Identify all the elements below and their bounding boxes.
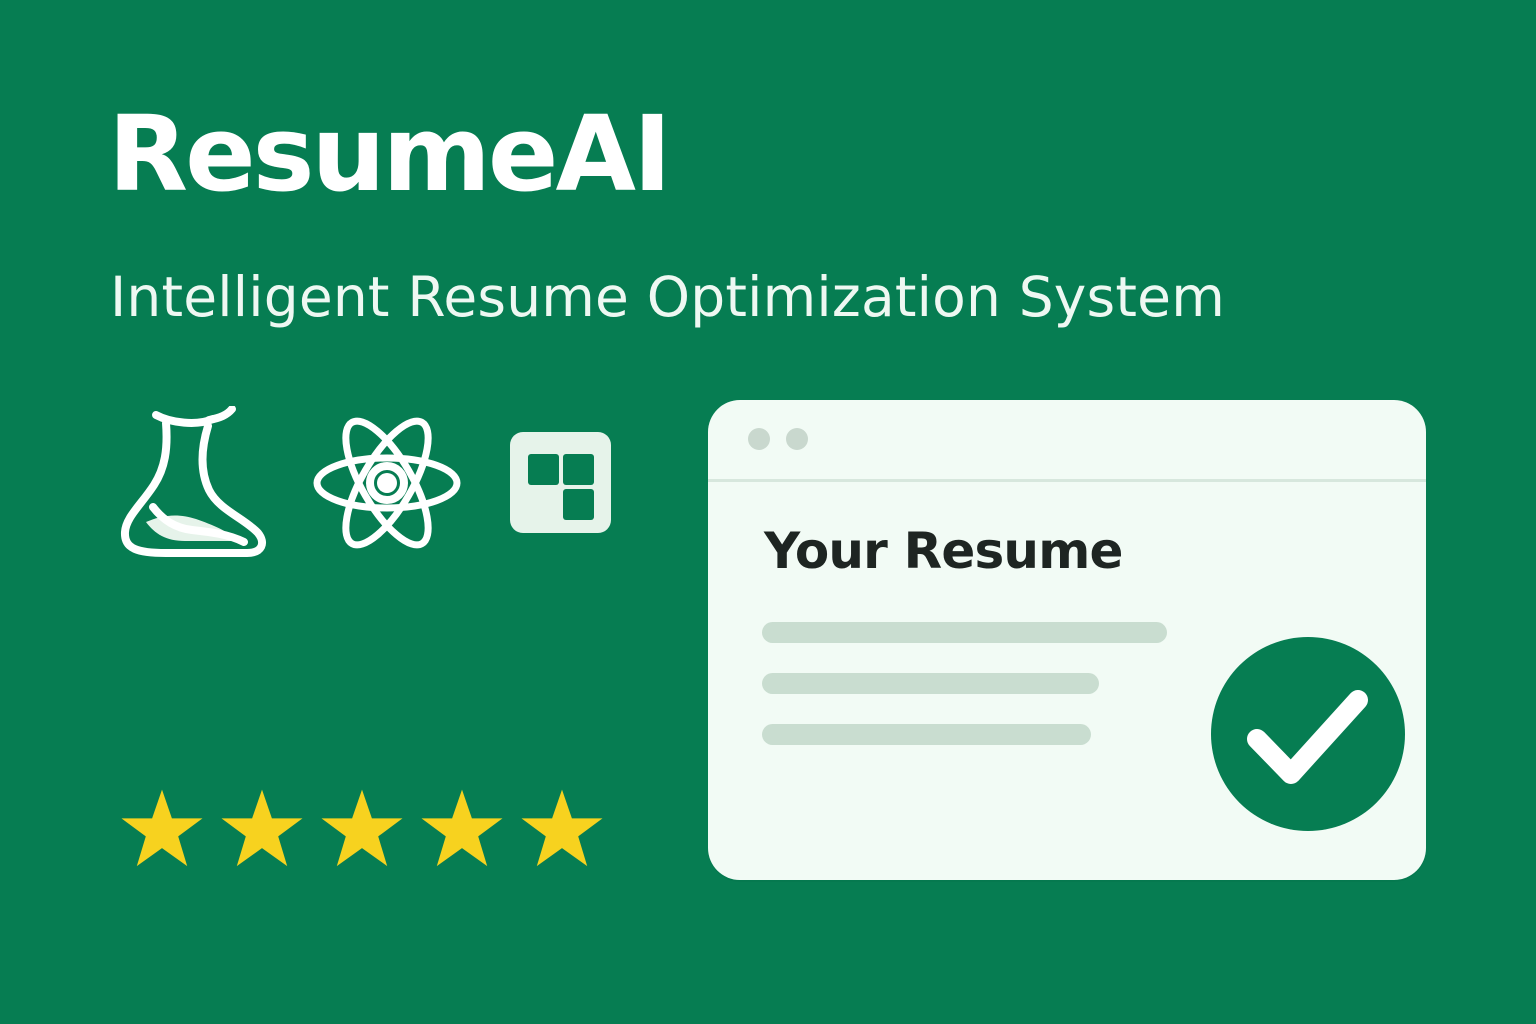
atom-icon <box>313 417 461 549</box>
resume-placeholder-line <box>762 622 1167 643</box>
brand-title: ResumeAI <box>108 93 672 215</box>
star-icon <box>321 789 403 867</box>
resume-placeholder-line <box>762 724 1091 745</box>
star-icon <box>521 789 603 867</box>
flask-icon <box>121 406 266 557</box>
window-header <box>708 400 1426 482</box>
star-icon <box>221 789 303 867</box>
star-icon <box>421 789 503 867</box>
grid-blocks-icon <box>510 432 611 533</box>
star-rating <box>117 786 617 876</box>
star-icon <box>121 789 203 867</box>
resume-placeholder-line <box>762 673 1099 694</box>
resume-window-card: Your Resume <box>708 400 1426 880</box>
resume-title: Your Resume <box>764 522 1123 580</box>
brand-tagline: Intelligent Resume Optimization System <box>110 265 1225 329</box>
hero-canvas: ResumeAI Intelligent Resume Optimization… <box>0 0 1536 1024</box>
check-circle-icon <box>1211 637 1405 831</box>
window-dot <box>786 428 808 450</box>
window-dot <box>748 428 770 450</box>
